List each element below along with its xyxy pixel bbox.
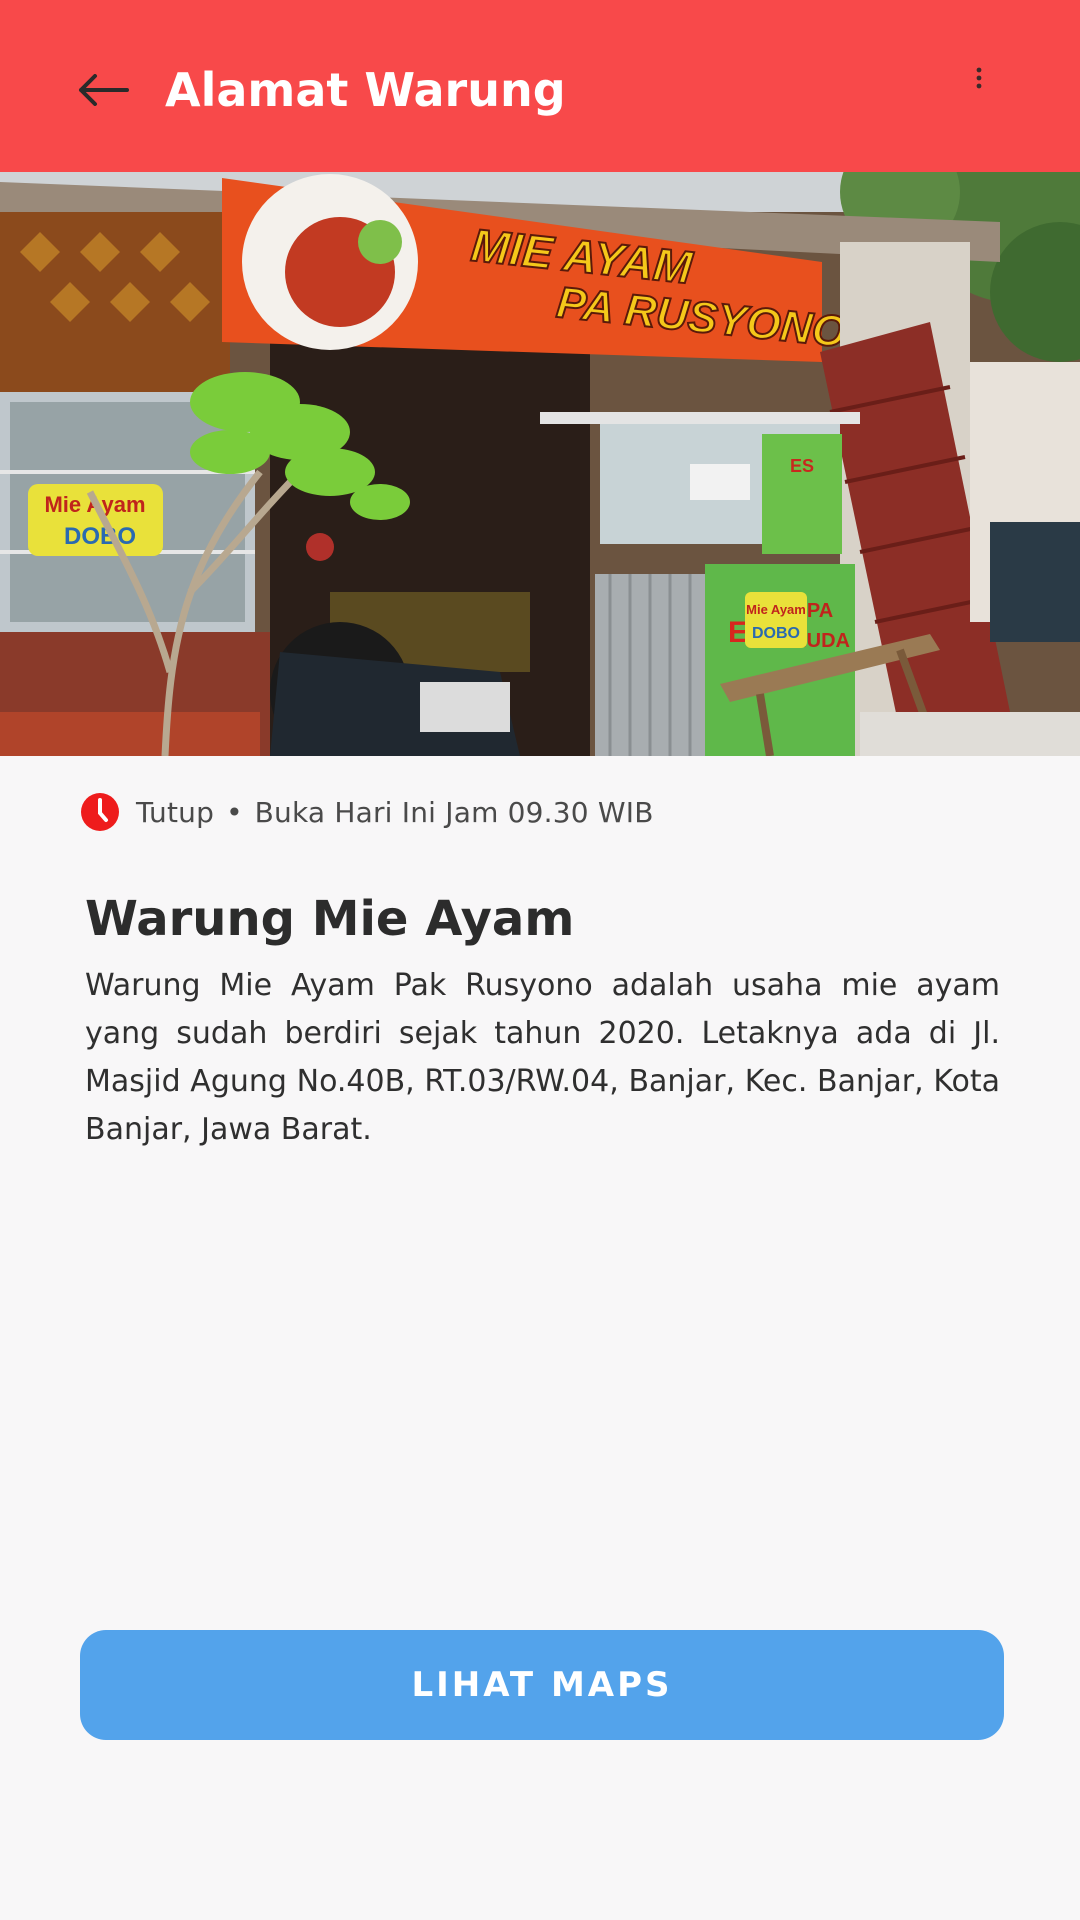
back-button[interactable]	[62, 62, 144, 118]
more-vertical-icon	[976, 67, 982, 89]
window-sign-line2: DOBO	[64, 523, 136, 550]
status-state: Tutup	[136, 795, 215, 829]
clock-icon	[81, 793, 119, 831]
cart-top-sign: ES	[790, 456, 814, 476]
arrow-left-icon	[79, 74, 129, 106]
cart-brand-line1: Mie Ayam	[746, 602, 806, 617]
app-bar: Alamat Warung	[0, 0, 1080, 172]
view-maps-button[interactable]: LIHAT MAPS	[80, 1630, 1004, 1740]
status-separator: •	[226, 795, 243, 829]
shop-photo: Mie Ayam DOBO MIE AYAM PA RUSYONO ES PA …	[0, 172, 1080, 756]
cart-brand-line2: DOBO	[752, 625, 800, 642]
shop-description: Warung Mie Ayam Pak Rusyono adalah usaha…	[85, 968, 1000, 1147]
status-schedule: Buka Hari Ini Jam 09.30 WIB	[254, 795, 654, 829]
page-title: Alamat Warung	[165, 63, 566, 117]
cart-pa-text: PA	[807, 600, 833, 622]
opening-status: Tutup • Buka Hari Ini Jam 09.30 WIB	[80, 790, 654, 834]
overflow-menu-button[interactable]	[956, 50, 1002, 106]
window-sign: Mie Ayam DOBO	[28, 484, 163, 556]
shop-name: Warung Mie Ayam	[85, 891, 575, 947]
